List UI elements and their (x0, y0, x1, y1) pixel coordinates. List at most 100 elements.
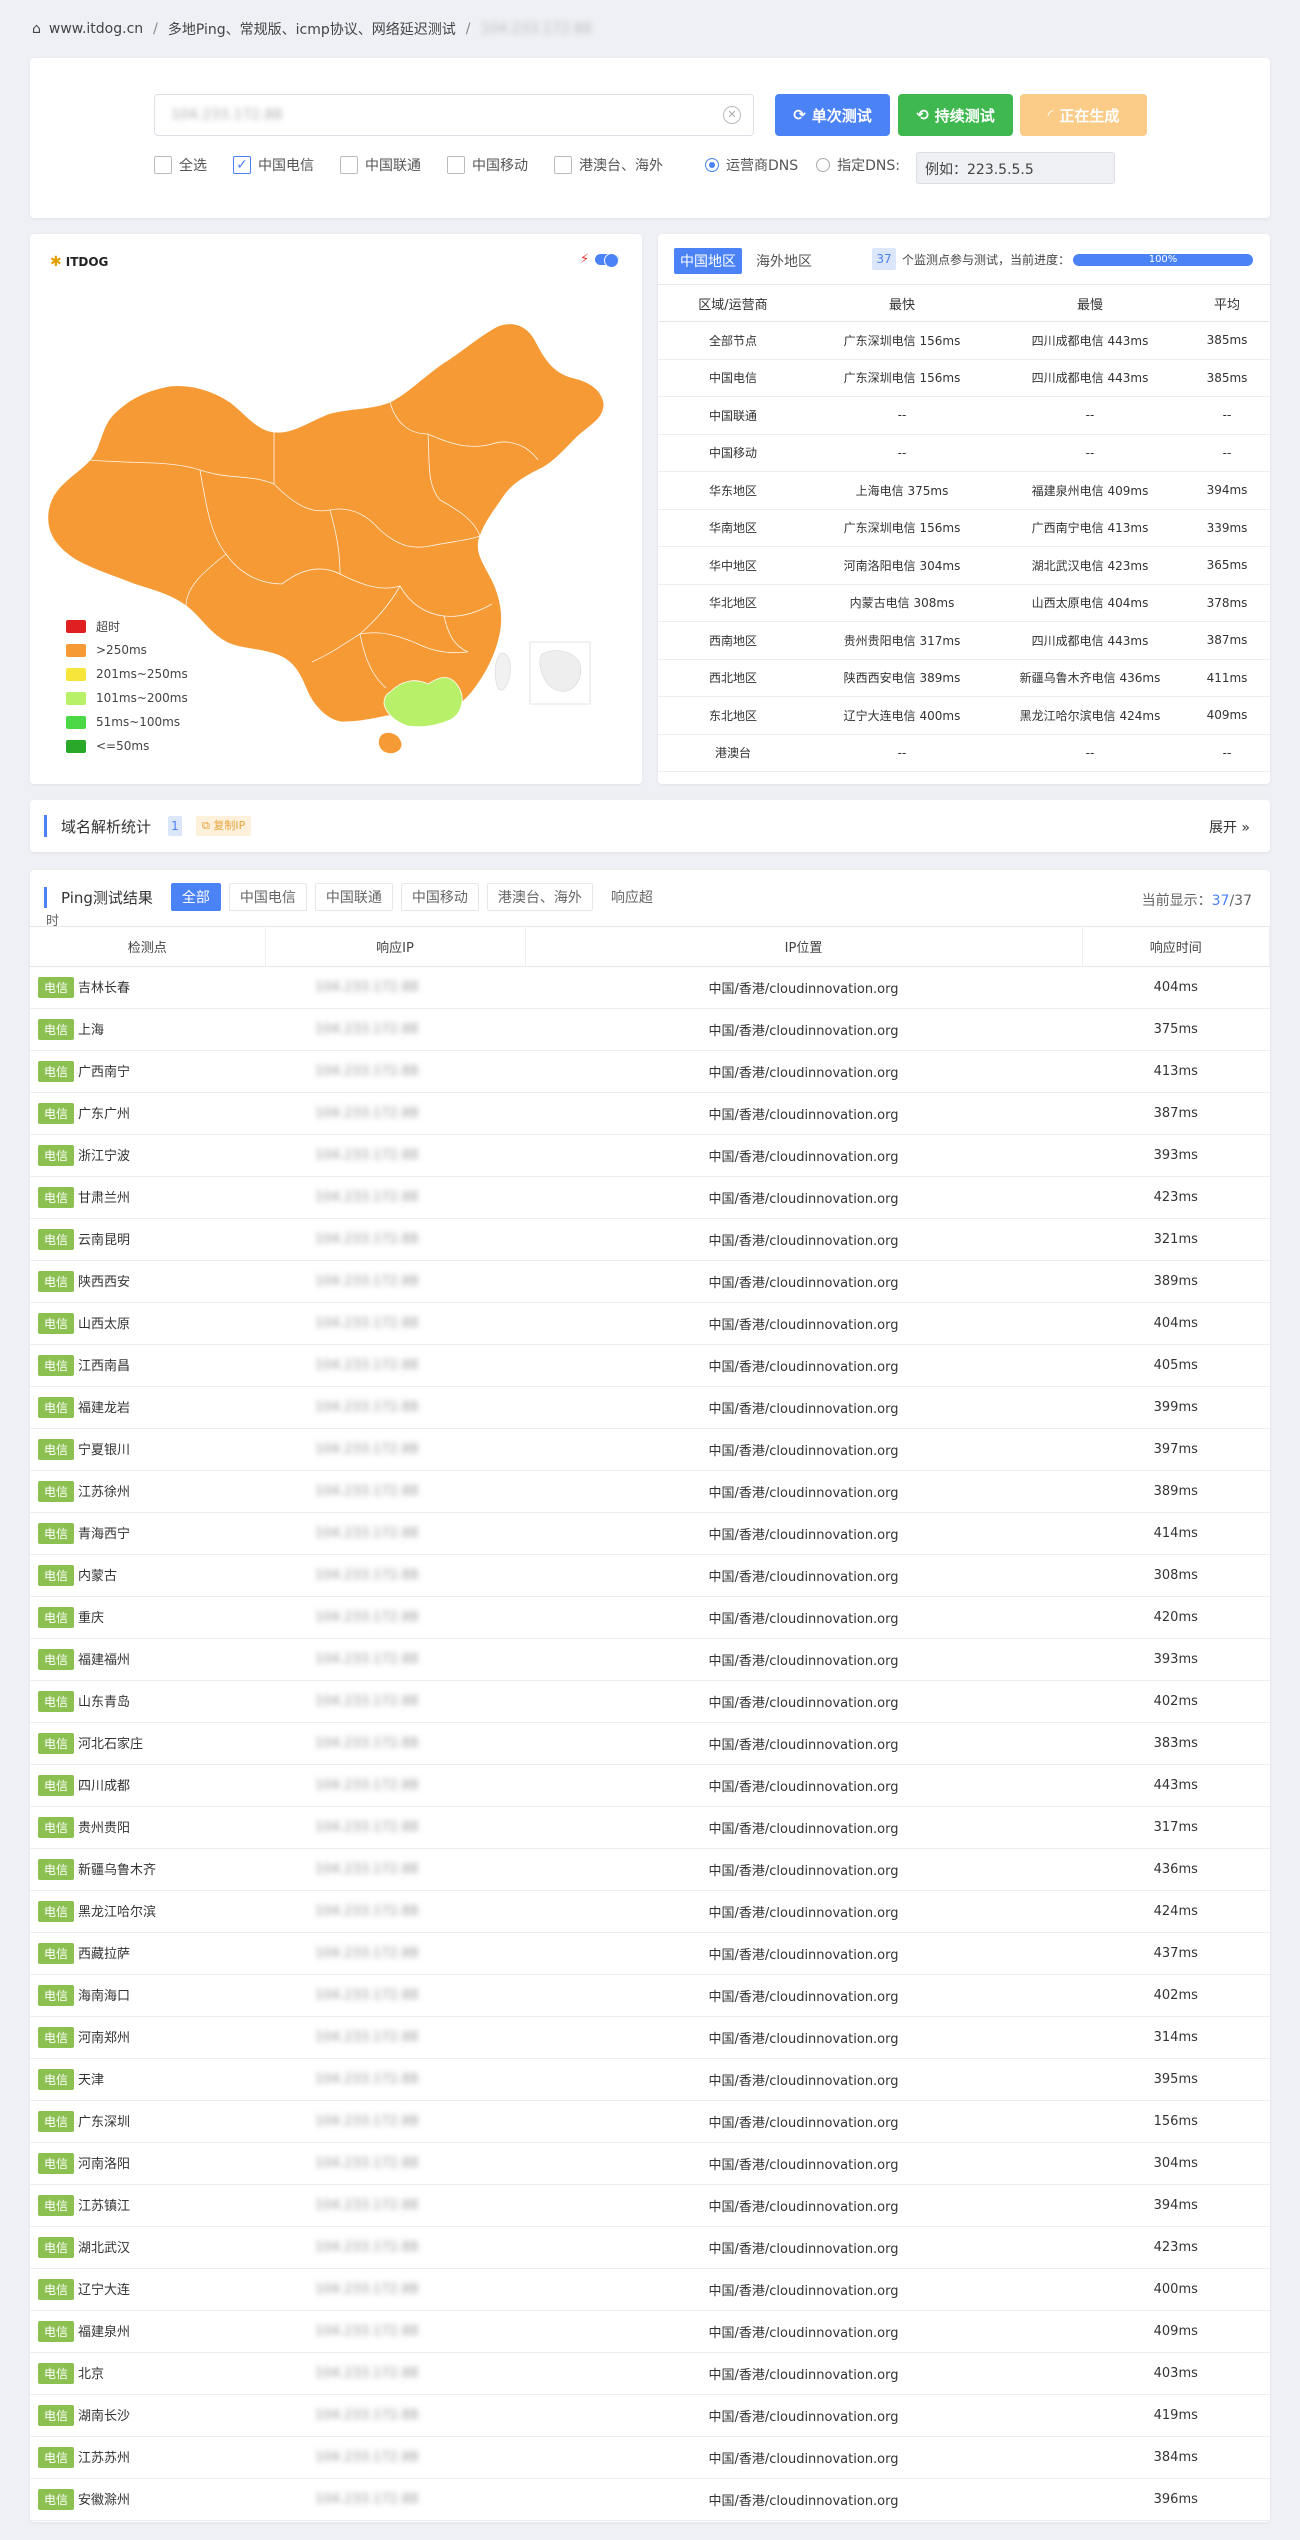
response-ip[interactable]: 104.233.172.88 (315, 1568, 418, 1583)
option-hk[interactable]: 港澳台、海外 (554, 155, 663, 175)
filter-tab-telecom[interactable]: 中国电信 (228, 883, 307, 911)
response-ip[interactable]: 104.233.172.88 (315, 2408, 418, 2423)
all-checkbox[interactable] (154, 156, 172, 174)
response-ip[interactable]: 104.233.172.88 (315, 1442, 418, 1457)
option-all[interactable]: 全选 (154, 155, 207, 175)
response-ip[interactable]: 104.233.172.88 (315, 2366, 418, 2381)
map-toggle[interactable] (595, 253, 619, 268)
table-row[interactable]: 电信 江苏徐州 104.233.172.88 中国/香港/cloudinnovatio… (30, 1470, 1270, 1513)
breadcrumb-page[interactable]: 多地Ping、常规版、icmp协议、网络延迟测试 (168, 19, 456, 39)
response-ip[interactable]: 104.233.172.88 (315, 1946, 418, 1961)
dns-input[interactable]: 例如：223.5.5.5 (916, 152, 1115, 184)
table-row[interactable]: 电信 云南昆明 104.233.172.88 中国/香港/cloudinnovatio… (30, 1218, 1270, 1261)
table-row[interactable]: 电信 甘肃兰州 104.233.172.88 中国/香港/cloudinnovatio… (30, 1176, 1270, 1219)
hk-checkbox[interactable] (554, 156, 572, 174)
custom-dns-radio[interactable] (816, 158, 831, 172)
option-mobile[interactable]: 中国移动 (447, 155, 528, 175)
table-row[interactable]: 电信 河北石家庄 104.233.172.88 中国/香港/cloudinnovati… (30, 1722, 1270, 1765)
table-row[interactable]: 电信 吉林长春 104.233.172.88 中国/香港/cloudinnovatio… (30, 966, 1270, 1009)
table-row[interactable]: 电信 青海西宁 104.233.172.88 中国/香港/cloudinnovatio… (30, 1512, 1270, 1555)
table-row[interactable]: 电信 新疆乌鲁木齐 104.233.172.88 中国/香港/cloudinnovat… (30, 1848, 1270, 1891)
table-row[interactable]: 电信 天津 104.233.172.88 中国/香港/cloudinnovation.… (30, 2058, 1270, 2101)
table-row[interactable]: 电信 福建泉州 104.233.172.88 中国/香港/cloudinnovatio… (30, 2310, 1270, 2353)
filter-tab-timeout[interactable]: 响应超 (601, 884, 663, 910)
response-ip[interactable]: 104.233.172.88 (315, 980, 418, 995)
clear-icon[interactable]: ✕ (723, 106, 741, 124)
generating-button[interactable]: ◜ 正在生成 (1020, 94, 1147, 136)
tab-china[interactable]: 中国地区 (674, 248, 742, 274)
home-icon[interactable]: ⌂ (32, 21, 41, 37)
copy-ip-button[interactable]: ⧉ 复制IP (196, 816, 252, 836)
response-ip[interactable]: 104.233.172.88 (315, 1232, 418, 1247)
table-row[interactable]: 电信 湖南长沙 104.233.172.88 中国/香港/cloudinnovatio… (30, 2394, 1270, 2437)
response-ip[interactable]: 104.233.172.88 (315, 1022, 418, 1037)
table-row[interactable]: 电信 山东青岛 104.233.172.88 中国/香港/cloudinnovatio… (30, 1680, 1270, 1723)
response-ip[interactable]: 104.233.172.88 (315, 2324, 418, 2339)
table-row[interactable]: 电信 四川成都 104.233.172.88 中国/香港/cloudinnovatio… (30, 1764, 1270, 1807)
response-ip[interactable]: 104.233.172.88 (315, 2114, 418, 2129)
mobile-checkbox[interactable] (447, 156, 465, 174)
continuous-test-button[interactable]: ⟲ 持续测试 (898, 94, 1013, 136)
option-unicom[interactable]: 中国联通 (340, 155, 421, 175)
breadcrumb-site[interactable]: www.itdog.cn (49, 21, 143, 37)
table-row[interactable]: 电信 福建龙岩 104.233.172.88 中国/香港/cloudinnovatio… (30, 1386, 1270, 1429)
option-telecom[interactable]: ✓ 中国电信 (233, 155, 314, 175)
response-ip[interactable]: 104.233.172.88 (315, 2156, 418, 2171)
filter-tab-all[interactable]: 全部 (170, 883, 221, 911)
table-row[interactable]: 电信 广东广州 104.233.172.88 中国/香港/cloudinnovatio… (30, 1092, 1270, 1135)
table-row[interactable]: 电信 河南洛阳 104.233.172.88 中国/香港/cloudinnovatio… (30, 2142, 1270, 2185)
table-row[interactable]: 电信 陕西西安 104.233.172.88 中国/香港/cloudinnovatio… (30, 1260, 1270, 1303)
response-ip[interactable]: 104.233.172.88 (315, 2450, 418, 2465)
response-ip[interactable]: 104.233.172.88 (315, 1610, 418, 1625)
table-row[interactable]: 电信 江西南昌 104.233.172.88 中国/香港/cloudinnovatio… (30, 1344, 1270, 1387)
table-row[interactable]: 电信 北京 104.233.172.88 中国/香港/cloudinnovation.… (30, 2352, 1270, 2395)
response-ip[interactable]: 104.233.172.88 (315, 2492, 418, 2507)
table-row[interactable]: 电信 重庆 104.233.172.88 中国/香港/cloudinnovation.… (30, 1596, 1270, 1639)
response-ip[interactable]: 104.233.172.88 (315, 1904, 418, 1919)
tab-overseas[interactable]: 海外地区 (756, 251, 812, 271)
response-ip[interactable]: 104.233.172.88 (315, 1778, 418, 1793)
lightning-icon[interactable]: ⚡ (580, 252, 589, 267)
response-ip[interactable]: 104.233.172.88 (315, 2030, 418, 2045)
response-ip[interactable]: 104.233.172.88 (315, 1190, 418, 1205)
table-row[interactable]: 电信 上海 104.233.172.88 中国/香港/cloudinnovation.… (30, 1008, 1270, 1051)
table-row[interactable]: 电信 福建福州 104.233.172.88 中国/香港/cloudinnovatio… (30, 1638, 1270, 1681)
table-row[interactable]: 电信 河南郑州 104.233.172.88 中国/香港/cloudinnovatio… (30, 2016, 1270, 2059)
single-test-button[interactable]: ⟳ 单次测试 (775, 94, 890, 136)
table-row[interactable]: 电信 广西南宁 104.233.172.88 中国/香港/cloudinnovatio… (30, 1050, 1270, 1093)
response-ip[interactable]: 104.233.172.88 (315, 1064, 418, 1079)
table-row[interactable]: 电信 浙江宁波 104.233.172.88 中国/香港/cloudinnovatio… (30, 1134, 1270, 1177)
response-ip[interactable]: 104.233.172.88 (315, 2072, 418, 2087)
table-row[interactable]: 电信 广东深圳 104.233.172.88 中国/香港/cloudinnovatio… (30, 2100, 1270, 2143)
carrier-dns-radio[interactable] (705, 158, 719, 172)
table-row[interactable]: 电信 西藏拉萨 104.233.172.88 中国/香港/cloudinnovatio… (30, 1932, 1270, 1975)
option-custom-dns[interactable]: 指定DNS: (816, 155, 900, 175)
table-row[interactable]: 电信 内蒙古 104.233.172.88 中国/香港/cloudinnovation… (30, 1554, 1270, 1597)
option-carrier-dns[interactable]: 运营商DNS (705, 155, 798, 175)
response-ip[interactable]: 104.233.172.88 (315, 1736, 418, 1751)
table-row[interactable]: 电信 江苏镇江 104.233.172.88 中国/香港/cloudinnovatio… (30, 2184, 1270, 2227)
expand-button[interactable]: 展开 » (1209, 817, 1250, 837)
unicom-checkbox[interactable] (340, 156, 358, 174)
filter-tab-unicom[interactable]: 中国联通 (314, 883, 393, 911)
response-ip[interactable]: 104.233.172.88 (315, 1862, 418, 1877)
response-ip[interactable]: 104.233.172.88 (315, 1820, 418, 1835)
response-ip[interactable]: 104.233.172.88 (315, 1652, 418, 1667)
table-row[interactable]: 电信 贵州贵阳 104.233.172.88 中国/香港/cloudinnovatio… (30, 1806, 1270, 1849)
table-row[interactable]: 电信 辽宁大连 104.233.172.88 中国/香港/cloudinnovatio… (30, 2268, 1270, 2311)
table-row[interactable]: 电信 海南海口 104.233.172.88 中国/香港/cloudinnovatio… (30, 1974, 1270, 2017)
filter-tab-mobile[interactable]: 中国移动 (400, 883, 479, 911)
response-ip[interactable]: 104.233.172.88 (315, 1316, 418, 1331)
response-ip[interactable]: 104.233.172.88 (315, 1358, 418, 1373)
telecom-checkbox[interactable]: ✓ (233, 156, 251, 174)
table-row[interactable]: 电信 山西太原 104.233.172.88 中国/香港/cloudinnovatio… (30, 1302, 1270, 1345)
table-row[interactable]: 电信 宁夏银川 104.233.172.88 中国/香港/cloudinnovatio… (30, 1428, 1270, 1471)
response-ip[interactable]: 104.233.172.88 (315, 1694, 418, 1709)
table-row[interactable]: 电信 黑龙江哈尔滨 104.233.172.88 中国/香港/cloudinnovat… (30, 1890, 1270, 1933)
response-ip[interactable]: 104.233.172.88 (315, 1148, 418, 1163)
search-input[interactable]: 104.233.172.88 ✕ (154, 94, 754, 136)
response-ip[interactable]: 104.233.172.88 (315, 1484, 418, 1499)
filter-tab-hk[interactable]: 港澳台、海外 (486, 883, 593, 911)
response-ip[interactable]: 104.233.172.88 (315, 1526, 418, 1541)
table-row[interactable]: 电信 安徽滁州 104.233.172.88 中国/香港/cloudinnovatio… (30, 2478, 1270, 2521)
